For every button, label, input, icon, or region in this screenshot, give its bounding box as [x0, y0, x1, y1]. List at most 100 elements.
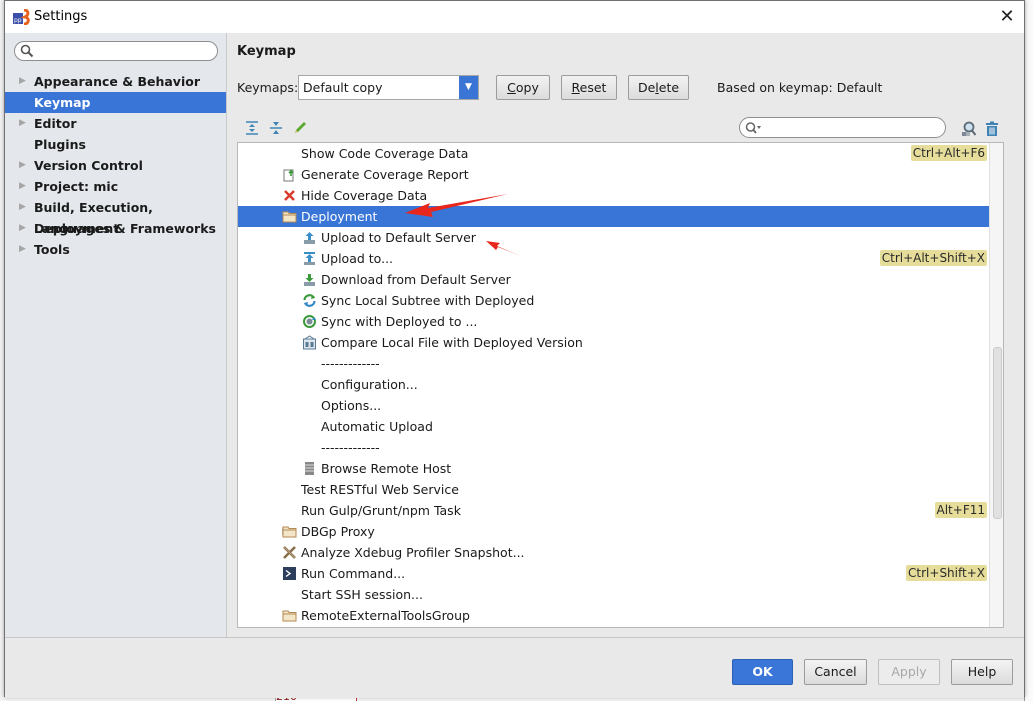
red-x-icon [284, 190, 295, 201]
sidebar-item-label: Version Control [34, 158, 143, 173]
tree-row[interactable]: Sync with Deployed to ... [238, 311, 989, 332]
tree-row[interactable]: Analyze Xdebug Profiler Snapshot... [238, 542, 989, 563]
tree-row[interactable]: Download from Default Server [238, 269, 989, 290]
tree-row[interactable]: Compare Local File with Deployed Version [238, 332, 989, 353]
shortcut-filter-input[interactable] [766, 119, 940, 138]
sidebar-item-label: Languages & Frameworks [34, 221, 216, 236]
sidebar-search[interactable] [14, 41, 218, 61]
tree-row[interactable]: Run Command... Ctrl+Shift+X [238, 563, 989, 584]
tree-row-label: Show Code Coverage Data [301, 146, 469, 161]
delete-button[interactable]: Delete [628, 75, 689, 100]
tree-row-label: Download from Default Server [321, 272, 511, 287]
tree-row-label: RemoteExternalToolsGroup [301, 608, 470, 623]
close-button[interactable]: ✕ [996, 6, 1018, 28]
sync-deployed-icon [303, 315, 316, 328]
tree-row-label: ------------- [321, 356, 380, 371]
sidebar-item-plugins[interactable]: Plugins [5, 134, 226, 155]
tree-row[interactable]: Upload to... Ctrl+Alt+Shift+X [238, 248, 989, 269]
shortcut-filter[interactable] [739, 117, 946, 138]
delete-label-post: ete [658, 80, 680, 95]
scrollbar-thumb[interactable] [993, 347, 1002, 519]
vertical-scrollbar[interactable] [989, 143, 1003, 627]
clear-filter-trash-icon[interactable] [984, 121, 1000, 137]
expand-arrow-icon[interactable]: ▶ [19, 197, 26, 218]
tree-row-label: Upload to... [321, 251, 394, 266]
tree-row-label: Run Gulp/Grunt/npm Task [301, 503, 461, 518]
expand-arrow-icon[interactable]: ▶ [19, 155, 26, 176]
svg-text:pp: pp [14, 17, 22, 24]
edit-shortcut-icon[interactable] [292, 120, 308, 136]
expand-arrow-icon[interactable]: ▶ [19, 71, 26, 92]
keymaps-label: Keymaps: [237, 80, 299, 95]
keymap-panel: Keymap Keymaps: Default copy ▼ Copy Rese… [227, 33, 1024, 637]
keymap-select[interactable]: Default copy ▼ [298, 75, 479, 100]
help-button[interactable]: Help [951, 659, 1013, 685]
sidebar-item-editor[interactable]: ▶ Editor [5, 113, 226, 134]
tree-row[interactable]: Run Gulp/Grunt/npm Task Alt+F11 [238, 500, 989, 521]
tree-row-label: Sync Local Subtree with Deployed [321, 293, 535, 308]
delete-label-pre: De [637, 80, 656, 95]
reset-button[interactable]: Reset [561, 75, 617, 100]
shortcut-badge: Ctrl+Shift+X [906, 565, 987, 581]
tree-row[interactable]: Configuration... [238, 374, 989, 395]
sidebar-item-build-execution-deployment[interactable]: ▶ Build, Execution, Deployment [5, 197, 226, 236]
cancel-button[interactable]: Cancel [804, 659, 867, 685]
tree-row[interactable]: Upload to Default Server [238, 227, 989, 248]
tree-row[interactable]: Test RESTful Web Service [238, 479, 989, 500]
sidebar-search-input[interactable] [37, 43, 216, 61]
ok-button[interactable]: OK [732, 659, 793, 685]
title-bar[interactable]: pp Settings ✕ [5, 1, 1024, 33]
expand-arrow-icon[interactable]: ▶ [19, 218, 26, 239]
tree-row-label: Test RESTful Web Service [301, 482, 459, 497]
tree-row[interactable]: Sync Local Subtree with Deployed [238, 290, 989, 311]
sync-icon [303, 294, 316, 307]
sidebar-item-languages-frameworks[interactable]: ▶ Languages & Frameworks [5, 218, 226, 239]
window-title: Settings [34, 9, 88, 24]
chevron-down-icon[interactable]: ▼ [459, 76, 478, 99]
sidebar-item-tools[interactable]: ▶ Tools [5, 239, 226, 260]
sidebar-item-project-mic[interactable]: ▶ Project: mic [5, 176, 226, 197]
tree-row[interactable]: ------------- [238, 353, 989, 374]
find-by-shortcut-icon[interactable] [961, 121, 977, 137]
tree-row[interactable]: Hide Coverage Data [238, 185, 989, 206]
tree-row[interactable]: Start SSH session... [238, 584, 989, 605]
search-icon [20, 44, 34, 58]
sidebar-item-keymap[interactable]: Keymap [5, 92, 226, 113]
tree-row-label: Run Command... [301, 566, 406, 581]
tree-row[interactable]: ------------- [238, 437, 989, 458]
tree-row-label: Analyze Xdebug Profiler Snapshot... [301, 545, 525, 560]
tree-row[interactable]: Show Code Coverage Data Ctrl+Alt+F6 [238, 143, 989, 164]
upload-icon [304, 232, 315, 244]
tree-row-label: Automatic Upload [321, 419, 433, 434]
expand-all-icon[interactable] [244, 120, 260, 136]
keymap-action-tree[interactable]: RemoteExternalToolsGroup Start SSH sessio… [237, 142, 1004, 628]
reset-label-mnemonic: R [571, 80, 580, 95]
xdebug-icon [283, 546, 296, 559]
folder-icon [282, 526, 297, 538]
tree-row[interactable]: Browse Remote Host [238, 458, 989, 479]
expand-arrow-icon[interactable]: ▶ [19, 113, 26, 134]
apply-button[interactable]: Apply [878, 659, 940, 685]
expand-arrow-icon[interactable]: ▶ [19, 176, 26, 197]
search-icon [745, 122, 761, 134]
expand-arrow-icon[interactable]: ▶ [19, 239, 26, 260]
terminal-icon [283, 567, 296, 580]
tree-row-label: Start SSH session... [301, 587, 423, 602]
sidebar-item-appearance-behavior[interactable]: ▶ Appearance & Behavior [5, 71, 226, 92]
settings-sidebar: ▶ Appearance & Behavior Keymap ▶ Editor Plugi… [5, 33, 227, 637]
copy-button[interactable]: Copy [496, 75, 550, 100]
tree-row[interactable]: RemoteExternalToolsGroup [238, 605, 989, 626]
tree-row[interactable]: Options... [238, 395, 989, 416]
tree-row[interactable]: Automatic Upload [238, 416, 989, 437]
collapse-all-icon[interactable] [268, 120, 284, 136]
keymap-select-value: Default copy [303, 80, 383, 95]
export-report-icon [283, 169, 294, 182]
tree-row[interactable]: ▶DBGp Proxy [238, 521, 989, 542]
shortcut-badge: Ctrl+Alt+F6 [910, 145, 987, 161]
sidebar-item-version-control[interactable]: ▶ Version Control [5, 155, 226, 176]
tree-row-label: ------------- [321, 440, 380, 455]
tree-row[interactable]: Generate Coverage Report [238, 164, 989, 185]
tree-row[interactable]: ▼Deployment [238, 206, 989, 227]
sidebar-item-label: Keymap [34, 95, 91, 110]
dialog-footer: OK Cancel Apply Help [5, 637, 1024, 698]
